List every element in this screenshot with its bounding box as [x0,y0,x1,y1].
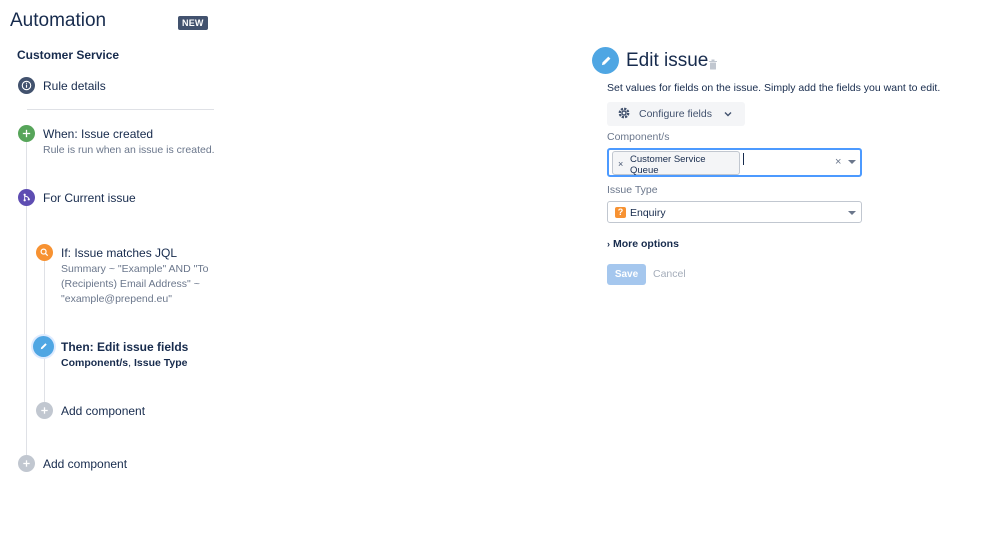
condition-title[interactable]: If: Issue matches JQL [61,246,177,260]
trash-icon[interactable] [708,57,718,75]
tree-line-branch [44,260,45,408]
info-icon [18,77,35,94]
action-field: Component/s [61,357,129,369]
condition-line: (Recipients) Email Address" ~ [61,278,200,290]
component-chip-line: Customer Service [630,154,706,165]
clear-icon[interactable]: × [835,156,841,168]
branch-title[interactable]: For Current issue [43,191,136,205]
chevron-down-icon[interactable] [848,160,856,164]
new-badge: NEW [178,16,208,30]
question-icon: ? [615,207,626,218]
add-component-inner-button[interactable]: Add component [61,404,145,418]
add-component-outer-button[interactable]: Add component [43,457,127,471]
more-options-toggle[interactable]: › More options [607,238,679,250]
plus-icon [18,125,35,142]
editor-title: Edit issue [626,50,709,71]
remove-chip-icon[interactable]: × [618,159,623,169]
configure-fields-label: Configure fields [639,108,712,120]
trigger-title[interactable]: When: Issue created [43,127,153,141]
chevron-down-icon [848,211,856,215]
plus-icon [36,402,53,419]
issue-type-select[interactable]: ? Enquiry [607,201,862,223]
gear-icon [617,106,631,123]
component-chip-line: Queue [630,165,659,176]
configure-fields-button[interactable]: Configure fields [607,102,745,126]
pencil-icon [592,47,619,74]
component-chip: × Customer Service Queue [612,151,740,176]
action-fields: Component/s, Issue Type [61,356,188,371]
plus-icon [18,455,35,472]
text-cursor [743,153,744,165]
branch-icon [18,189,35,206]
condition-description: Summary ~ "Example" AND "To (Recipients)… [61,262,221,307]
rule-details-link[interactable]: Rule details [43,79,106,93]
component-select[interactable]: × Customer Service Queue × [607,148,862,177]
condition-line: Summary ~ "Example" AND "To [61,263,209,275]
app-title: Automation [10,10,107,31]
issue-type-value: Enquiry [630,207,666,219]
more-options-label: More options [613,238,679,250]
pencil-icon [33,336,54,357]
search-icon [36,244,53,261]
save-button[interactable]: Save [607,264,646,285]
cancel-button[interactable]: Cancel [653,268,686,280]
component-chip-label: Customer Service Queue [630,154,735,176]
component-label: Component/s [607,131,670,143]
rule-name: Customer Service [17,48,120,62]
editor-description: Set values for fields on the issue. Simp… [607,82,941,94]
condition-line: "example@prepend.eu" [61,293,172,305]
action-field: Issue Type [134,357,188,369]
divider [27,109,214,110]
chevron-right-icon: › [607,239,610,249]
issue-type-label: Issue Type [607,184,658,196]
action-title[interactable]: Then: Edit issue fields [61,340,188,354]
chevron-down-icon [724,108,732,120]
action-field-separator: , [128,357,132,369]
trigger-description: Rule is run when an issue is created. [43,144,215,156]
